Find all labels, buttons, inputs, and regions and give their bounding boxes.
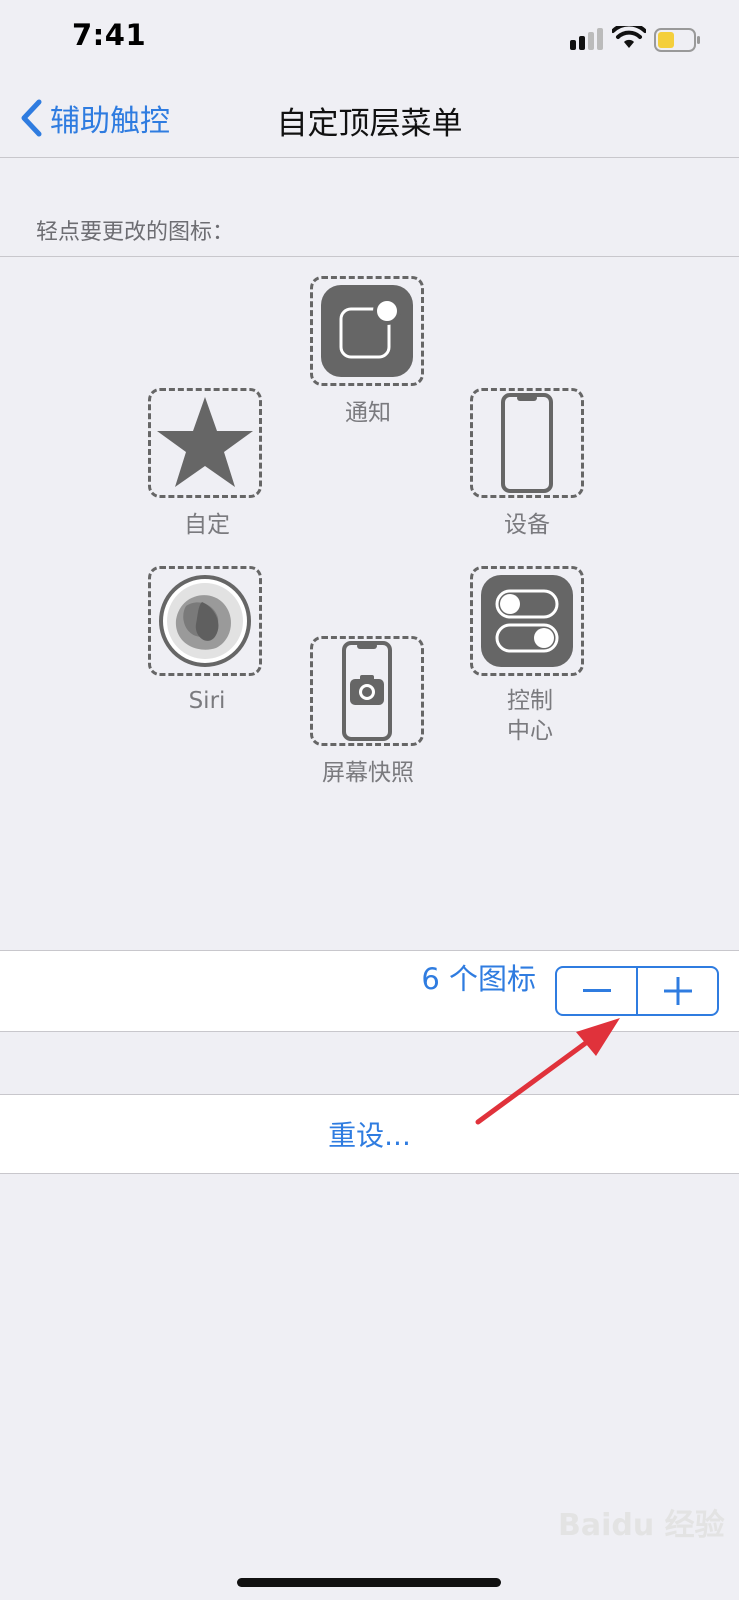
slot-control-center[interactable]: [470, 566, 584, 676]
slot-screenshot[interactable]: [310, 636, 424, 746]
status-time: 7:41: [72, 18, 147, 52]
slot-device[interactable]: [470, 388, 584, 498]
page-title: 自定顶层菜单: [276, 106, 463, 142]
device-icon: [501, 393, 553, 493]
home-indicator[interactable]: [237, 1578, 501, 1587]
increment-button[interactable]: [636, 968, 717, 1014]
slot-custom[interactable]: [148, 388, 262, 498]
slot-label-custom: 自定: [184, 512, 230, 538]
icon-count-label: 6 个图标: [421, 962, 536, 996]
siri-icon: [159, 575, 251, 667]
slot-label-device: 设备: [504, 512, 550, 538]
slot-notification[interactable]: [310, 276, 424, 386]
wifi-icon: [612, 26, 646, 48]
notification-icon: [321, 285, 413, 377]
minus-icon: [582, 989, 611, 992]
annotation-arrow: [475, 1018, 620, 1125]
plus-icon: [663, 977, 692, 1005]
star-icon: [157, 397, 253, 487]
cellular-signal-icon: [570, 28, 603, 50]
slot-label-control-center: 控制 中心: [507, 688, 553, 744]
watermark: Baidu 经验: [558, 1508, 725, 1543]
section-divider: [0, 256, 739, 257]
slot-label-siri: Siri: [188, 688, 226, 714]
decrement-button[interactable]: [557, 968, 636, 1014]
icon-count-stepper[interactable]: [555, 966, 719, 1016]
slot-siri[interactable]: [148, 566, 262, 676]
screenshot-icon: [342, 641, 392, 741]
battery-icon: [654, 28, 700, 52]
slot-label-screenshot: 屏幕快照: [322, 760, 414, 786]
section-hint: 轻点要更改的图标：: [36, 220, 235, 245]
slot-label-notification: 通知: [345, 400, 391, 426]
control-center-icon: [481, 575, 573, 667]
nav-divider: [0, 157, 739, 158]
